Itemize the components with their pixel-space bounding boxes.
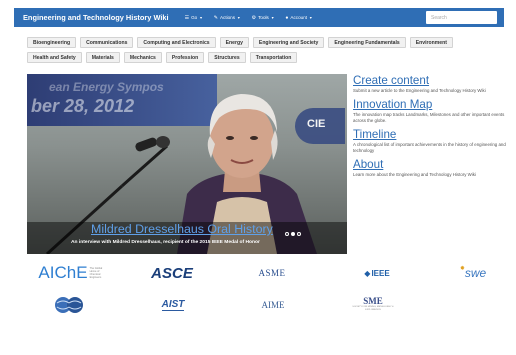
quick-link-timeline: Timeline A chronological list of importa… bbox=[353, 128, 511, 154]
pencil-icon: ✎ bbox=[213, 14, 218, 21]
chevron-down-icon: ▼ bbox=[270, 15, 275, 20]
category-row-2: Health and Safety Materials Mechanics Pr… bbox=[27, 52, 503, 63]
timeline-link[interactable]: Timeline bbox=[353, 128, 511, 141]
category-bar: Bioengineering Communications Computing … bbox=[27, 37, 503, 67]
star-icon: ✸ bbox=[459, 265, 465, 272]
nav-tools-menu[interactable]: ⚙ Tools ▼ bbox=[252, 15, 275, 21]
quick-link-about: About Learn more about the Engineering a… bbox=[353, 158, 511, 178]
nav-account-label: Account bbox=[290, 15, 308, 20]
quick-link-create-content: Create content Submit a new article to t… bbox=[353, 74, 511, 94]
category-button-transportation[interactable]: Transportation bbox=[249, 52, 298, 63]
chevron-down-icon: ▼ bbox=[309, 15, 313, 20]
chevron-down-icon: ▼ bbox=[237, 15, 241, 20]
search-input[interactable] bbox=[426, 11, 497, 24]
aist-logo[interactable]: AIST bbox=[149, 294, 197, 316]
category-row-1: Bioengineering Communications Computing … bbox=[27, 37, 503, 48]
user-icon: ● bbox=[285, 14, 289, 21]
asce-logo-text: ASCE bbox=[151, 264, 193, 282]
category-button-environment[interactable]: Environment bbox=[409, 37, 453, 48]
about-link[interactable]: About bbox=[353, 158, 511, 171]
timeline-description: A chronological list of important achiev… bbox=[353, 142, 506, 153]
quick-link-innovation-map: Innovation Map The innovation map tracks… bbox=[353, 98, 511, 124]
sme-logo-text: SME bbox=[363, 296, 383, 306]
sme-logo-subtitle: SOCIETY FOR MINING, METALLURGY & EXPLORA… bbox=[352, 306, 394, 311]
swe-logo[interactable]: ✸ swe bbox=[452, 262, 494, 284]
innovation-map-link[interactable]: Innovation Map bbox=[353, 98, 511, 111]
carousel-dot-1[interactable] bbox=[285, 232, 289, 236]
nav-account-menu[interactable]: ● Account ▼ bbox=[285, 15, 312, 21]
featured-carousel[interactable]: ean Energy Sympos ber 28, 2012 CIE Mildr… bbox=[27, 74, 347, 254]
aime-logo-text: AIME bbox=[261, 300, 285, 310]
category-button-engineering-fundamentals[interactable]: Engineering Fundamentals bbox=[328, 37, 406, 48]
aime-logo[interactable]: AIME bbox=[253, 294, 293, 316]
category-button-communications[interactable]: Communications bbox=[80, 37, 134, 48]
globe-logo[interactable] bbox=[49, 294, 89, 316]
asme-logo[interactable]: ASME bbox=[252, 262, 292, 284]
nav-go-menu[interactable]: ☰ Go ▼ bbox=[185, 15, 203, 21]
nav-tools-label: Tools bbox=[258, 15, 269, 20]
aiche-logo[interactable]: AIChE The Global Home of Chemical Engine… bbox=[33, 262, 113, 284]
category-button-profession[interactable]: Profession bbox=[165, 52, 205, 63]
aiche-logo-subtitle: The Global Home of Chemical Engineers bbox=[89, 267, 103, 279]
about-description: Learn more about the Engineering and Tec… bbox=[353, 172, 476, 177]
partner-logos: AIChE The Global Home of Chemical Engine… bbox=[27, 260, 507, 320]
site-title[interactable]: Engineering and Technology History Wiki bbox=[14, 13, 169, 22]
carousel-dot-3[interactable] bbox=[297, 232, 301, 236]
diamond-icon: ◆ bbox=[364, 268, 371, 278]
carousel-dot-2[interactable] bbox=[291, 232, 295, 236]
hero-title-link[interactable]: Mildred Dresselhaus Oral History bbox=[91, 222, 273, 236]
aist-logo-text: AIST bbox=[161, 299, 185, 311]
category-button-computing[interactable]: Computing and Electronics bbox=[137, 37, 216, 48]
swe-logo-text: swe bbox=[464, 266, 487, 280]
ieee-logo-text: IEEE bbox=[371, 268, 390, 278]
category-button-mechanics[interactable]: Mechanics bbox=[123, 52, 162, 63]
category-button-health-safety[interactable]: Health and Safety bbox=[27, 52, 82, 63]
list-icon: ☰ bbox=[184, 14, 190, 21]
category-button-energy[interactable]: Energy bbox=[219, 37, 249, 48]
nav-actions-menu[interactable]: ✎ Actions ▼ bbox=[214, 15, 241, 21]
category-button-materials[interactable]: Materials bbox=[85, 52, 120, 63]
top-navbar: Engineering and Technology History Wiki … bbox=[14, 8, 504, 27]
aiche-logo-text: AIChE bbox=[38, 263, 88, 282]
nav-actions-label: Actions bbox=[219, 15, 236, 20]
gear-icon: ⚙ bbox=[251, 14, 257, 21]
category-button-structures[interactable]: Structures bbox=[208, 52, 246, 63]
globe-icon bbox=[55, 297, 83, 313]
asce-logo[interactable]: ASCE bbox=[147, 262, 197, 284]
ieee-logo[interactable]: ◆ IEEE bbox=[352, 262, 402, 284]
top-nav: ☰ Go ▼ ✎ Actions ▼ ⚙ Tools ▼ ● Account ▼ bbox=[185, 15, 313, 21]
quick-links: Create content Submit a new article to t… bbox=[353, 74, 511, 182]
sme-logo[interactable]: SME SOCIETY FOR MINING, METALLURGY & EXP… bbox=[347, 290, 399, 318]
chevron-down-icon: ▼ bbox=[199, 15, 203, 20]
create-content-description: Submit a new article to the Engineering … bbox=[353, 88, 486, 93]
nav-go-label: Go bbox=[191, 15, 198, 20]
innovation-map-description: The innovation map tracks Landmarks, Mil… bbox=[353, 112, 505, 123]
category-button-bioengineering[interactable]: Bioengineering bbox=[27, 37, 77, 48]
carousel-indicators bbox=[285, 232, 301, 236]
asme-logo-text: ASME bbox=[258, 268, 286, 278]
create-content-link[interactable]: Create content bbox=[353, 74, 511, 87]
category-button-engineering-society[interactable]: Engineering and Society bbox=[252, 37, 325, 48]
hero-subtitle: An interview with Mildred Dresselhaus, r… bbox=[71, 240, 260, 245]
